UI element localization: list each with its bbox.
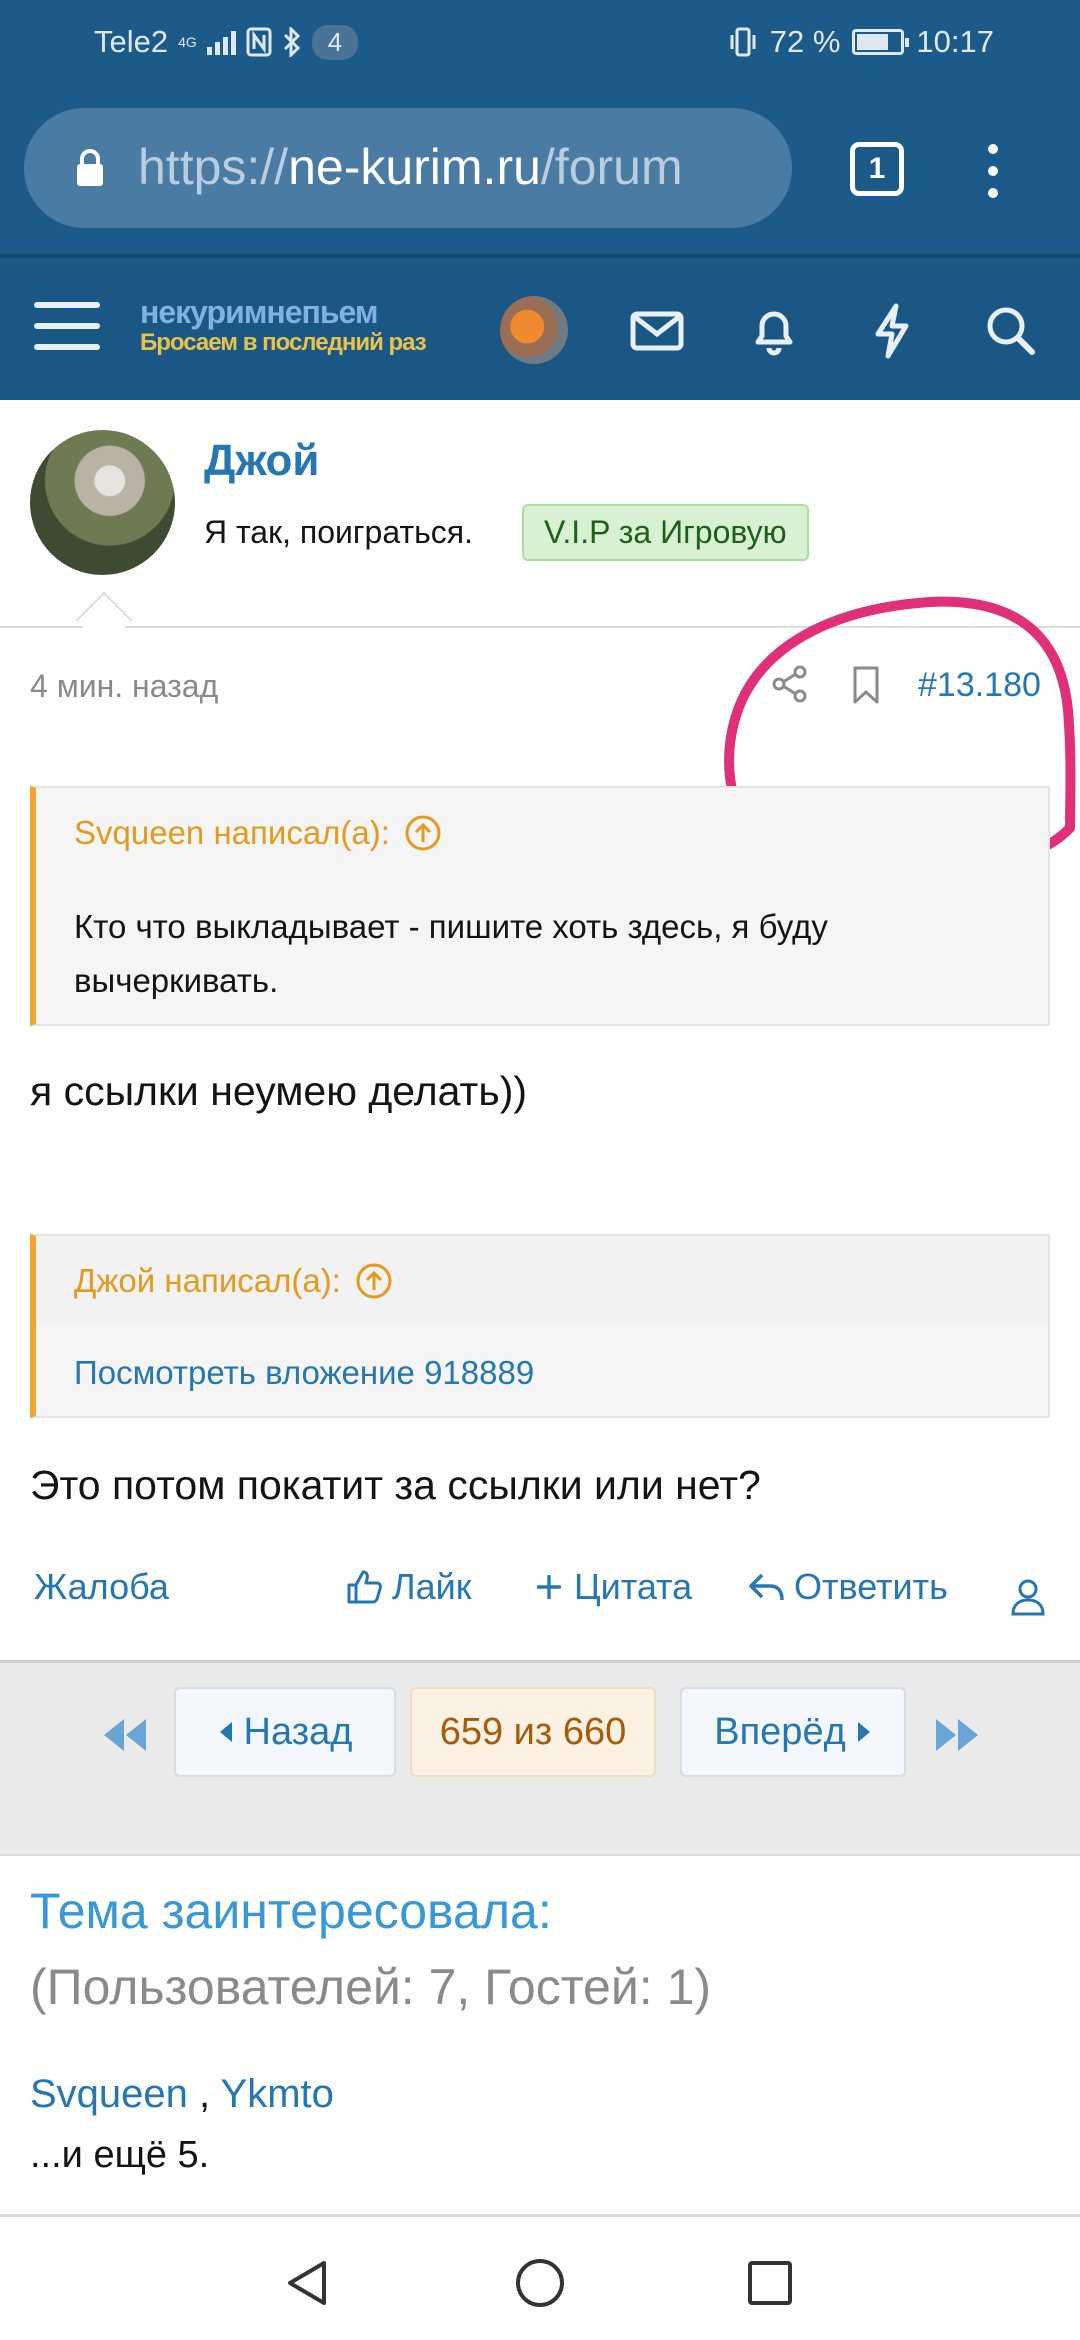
menu-icon[interactable] [34, 302, 100, 365]
battery-percent: 72 % [769, 24, 841, 59]
account-avatar[interactable] [500, 296, 568, 364]
quote-button[interactable]: Цитата [532, 1566, 692, 1608]
address-bar[interactable]: https://ne-kurim.ru/forum [24, 108, 792, 228]
signal-icon [206, 29, 236, 55]
post-text: я ссылки неумею делать)) [30, 1068, 528, 1114]
recents-nav-icon[interactable] [742, 2255, 798, 2311]
prev-page-button[interactable]: Назад [174, 1687, 396, 1777]
url-host: ne-kurim.ru [288, 139, 541, 195]
status-bar: Tele2 4G 4 72 % 10:17 [0, 0, 1080, 88]
plus-icon [537, 1575, 561, 1599]
viewer-link[interactable]: Svqueen [30, 2072, 188, 2116]
carrier-label: Tele2 [94, 24, 169, 59]
lightning-icon[interactable] [860, 298, 924, 362]
lock-icon [77, 149, 103, 186]
vibrate-icon [730, 27, 756, 57]
search-icon[interactable] [978, 298, 1042, 362]
viewers-more[interactable]: ...и ещё 5. [30, 2134, 209, 2177]
reply-button[interactable]: Ответить [746, 1566, 948, 1608]
attachment-link[interactable]: Посмотреть вложение 918889 [74, 1346, 1034, 1400]
battery-icon [852, 29, 910, 55]
bell-icon[interactable] [742, 298, 806, 362]
site-logo[interactable]: некуримнепьем Бросаем в последний раз [140, 294, 427, 357]
author-avatar[interactable] [30, 430, 175, 575]
tab-switcher-button[interactable]: 1 [850, 142, 904, 196]
last-page-icon[interactable] [932, 1715, 982, 1755]
url-path: /forum [540, 139, 683, 195]
back-nav-icon[interactable] [280, 2255, 336, 2311]
mail-icon[interactable] [625, 298, 689, 362]
logo-title: некуримнепьем [140, 294, 379, 330]
pagination: Назад 659 из 660 Вперёд [0, 1660, 1080, 1854]
quote-author: Svqueen написал(а): [74, 814, 390, 851]
notification-count-badge: 4 [311, 24, 359, 60]
current-page-label: 659 из 660 [439, 1710, 627, 1753]
first-page-icon[interactable] [100, 1715, 150, 1755]
quote-header[interactable]: Джой написал(а): [74, 1262, 393, 1300]
current-page-indicator[interactable]: 659 из 660 [410, 1687, 656, 1777]
author-arrow-notch [75, 591, 133, 649]
like-label: Лайк [392, 1566, 472, 1607]
caret-right-icon [857, 1722, 870, 1742]
author-name[interactable]: Джой [204, 436, 319, 486]
like-button[interactable]: Лайк [344, 1566, 472, 1608]
next-page-button[interactable]: Вперёд [680, 1687, 906, 1777]
network-type-label: 4G [178, 34, 197, 50]
quote-label: Цитата [574, 1566, 693, 1607]
go-to-quote-icon[interactable] [404, 814, 442, 852]
browser-toolbar: https://ne-kurim.ru/forum 1 [0, 88, 1080, 254]
reply-label: Ответить [794, 1566, 948, 1607]
viewer-link[interactable]: Ykmto [221, 2072, 334, 2116]
home-nav-icon[interactable] [512, 2255, 568, 2311]
system-nav-bar [0, 2214, 1080, 2340]
reply-icon [749, 1573, 784, 1601]
author-user-title: Я так, поиграться. [204, 514, 473, 550]
quote-header[interactable]: Svqueen написал(а): [74, 814, 442, 852]
thread-viewers-block: Тема заинтересовала: (Пользователей: 7, … [0, 1854, 1080, 2214]
report-label: Жалоба [34, 1566, 169, 1607]
nfc-icon [246, 27, 272, 57]
viewer-separator: , [187, 2072, 221, 2116]
viewers-title: Тема заинтересовала: [30, 1883, 552, 1939]
quote-text: Кто что выкладывает - пишите хоть здесь,… [74, 908, 828, 999]
site-header: некуримнепьем Бросаем в последний раз [0, 254, 1080, 400]
post-text: Это потом покатит за ссылки или нет? [30, 1462, 761, 1508]
browser-menu-icon[interactable] [986, 144, 1000, 200]
quote-author: Джой написал(а): [74, 1262, 341, 1299]
clock: 10:17 [916, 24, 994, 59]
user-icon[interactable] [1010, 1578, 1046, 1616]
post-timestamp[interactable]: 4 мин. назад [30, 668, 218, 705]
next-page-label: Вперёд [714, 1710, 846, 1753]
post-actions-bar: Жалоба Лайк Цитата Ответить [0, 1566, 1080, 1630]
caret-left-icon [219, 1722, 232, 1742]
url-text: https://ne-kurim.ru/forum [138, 138, 683, 196]
viewers-list: Svqueen , Ykmto [30, 2072, 334, 2117]
logo-tagline: Бросаем в последний раз [140, 329, 427, 356]
viewers-counts: (Пользователей: 7, Гостей: 1) [30, 1959, 712, 2015]
thumbs-up-icon [347, 1570, 382, 1604]
quote-block: Джой написал(а): Посмотреть вложение 918… [30, 1234, 1050, 1418]
bluetooth-icon [283, 27, 300, 57]
prev-page-label: Назад [243, 1710, 353, 1753]
url-scheme: https:// [138, 139, 289, 195]
report-button[interactable]: Жалоба [34, 1566, 169, 1608]
quote-block: Svqueen написал(а): Кто что выкладывает … [30, 786, 1050, 1026]
user-banner-badge: V.I.P за Игровую [522, 504, 809, 561]
go-to-quote-icon[interactable] [355, 1262, 393, 1300]
